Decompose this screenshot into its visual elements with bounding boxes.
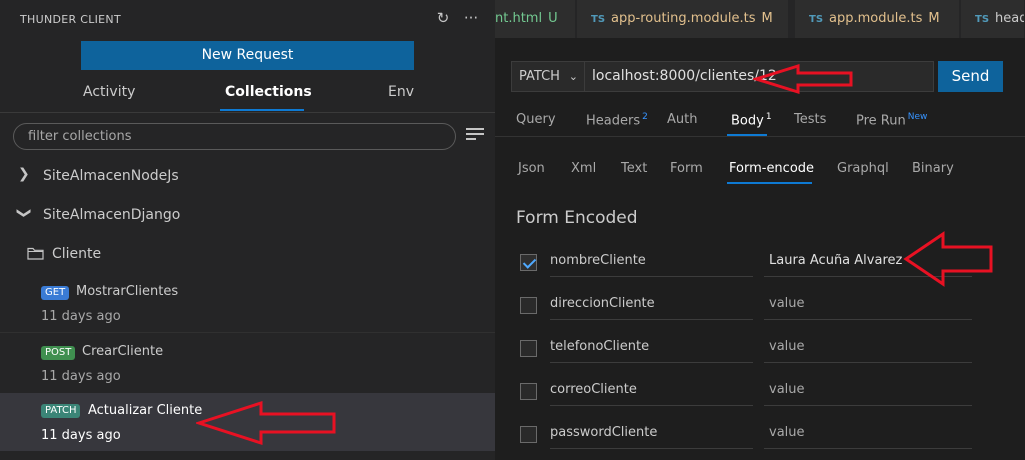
tab-status: M	[928, 11, 940, 26]
tab-filename: app.module.ts	[829, 11, 923, 26]
form-value-field[interactable]: value	[764, 378, 972, 406]
request-timestamp: 11 days ago	[41, 369, 121, 384]
row-enabled-checkbox[interactable]	[520, 254, 537, 271]
request-panel: PATCH ⌄ localhost:8000/clientes/12 Send …	[495, 38, 1025, 460]
form-row: direccionCliente value	[495, 292, 1025, 322]
sort-menu-icon[interactable]	[466, 128, 484, 142]
typescript-icon: TS	[591, 14, 606, 25]
editor-tab-app-routing[interactable]: TS app-routing.module.ts M	[577, 0, 789, 38]
form-key-field[interactable]: passwordCliente	[550, 421, 753, 449]
form-value-field[interactable]: value	[764, 292, 972, 320]
send-button[interactable]: Send	[938, 61, 1003, 92]
tab-body[interactable]: Body 1	[731, 112, 772, 128]
active-body-tab-indicator	[727, 182, 812, 184]
thunder-client-sidebar: THUNDER CLIENT ↻ ··· New Request Activit…	[0, 0, 495, 460]
annotation-arrow-icon	[196, 400, 336, 446]
tab-headers[interactable]: Headers 2	[586, 112, 648, 128]
folder-icon	[27, 247, 44, 260]
annotation-arrow-icon	[753, 63, 853, 95]
request-name: CrearCliente	[82, 344, 164, 359]
active-tab-indicator	[220, 109, 304, 111]
form-key-field[interactable]: direccionCliente	[550, 292, 753, 320]
body-count-badge: 1	[765, 112, 772, 122]
tab-tests[interactable]: Tests	[794, 112, 826, 127]
body-tab-text[interactable]: Text	[621, 161, 647, 176]
form-row: correoCliente value	[495, 378, 1025, 408]
collection-label: SiteAlmacenNodeJs	[43, 168, 179, 184]
row-enabled-checkbox[interactable]	[520, 383, 537, 400]
body-tab-form[interactable]: Form	[670, 161, 703, 176]
tab-auth[interactable]: Auth	[667, 112, 697, 127]
tab-filename: head	[995, 11, 1025, 26]
request-name: MostrarClientes	[76, 284, 179, 299]
chevron-down-icon: ⌄	[568, 70, 578, 83]
list-divider	[0, 332, 495, 333]
new-request-button[interactable]: New Request	[81, 41, 414, 70]
form-key-field[interactable]: nombreCliente	[550, 249, 753, 277]
chevron-down-icon: ❯	[15, 207, 32, 219]
sidebar-header: THUNDER CLIENT ↻ ···	[0, 0, 495, 38]
body-tab-xml[interactable]: Xml	[571, 161, 596, 176]
panel-divider	[495, 136, 1025, 137]
form-key-field[interactable]: telefonoCliente	[550, 335, 753, 363]
sidebar-divider	[0, 112, 495, 113]
row-enabled-checkbox[interactable]	[520, 297, 537, 314]
row-enabled-checkbox[interactable]	[520, 340, 537, 357]
method-select-value: PATCH	[519, 69, 560, 84]
filter-collections-input[interactable]	[13, 123, 456, 150]
body-tab-json[interactable]: Json	[518, 161, 545, 176]
tab-activity[interactable]: Activity	[83, 84, 135, 100]
body-tab-form-encode[interactable]: Form-encode	[729, 161, 814, 176]
request-item-mostrarclientes[interactable]: GET MostrarClientes 11 days ago	[0, 278, 495, 338]
editor-tab-bar: nt.html U TS app-routing.module.ts M TS app.…	[495, 0, 1025, 38]
tab-pre-run[interactable]: Pre Run New	[856, 112, 927, 128]
form-section-title: Form Encoded	[516, 208, 638, 228]
method-badge-patch: PATCH	[41, 404, 81, 418]
collection-label: SiteAlmacenDjango	[43, 207, 181, 223]
chevron-right-icon: ❯	[18, 166, 30, 182]
form-row: telefonoCliente value	[495, 335, 1025, 365]
typescript-icon: TS	[809, 14, 824, 25]
tab-filename: nt.html	[495, 11, 543, 26]
method-badge-get: GET	[41, 286, 70, 300]
form-key-field[interactable]: correoCliente	[550, 378, 753, 406]
tab-status: U	[548, 11, 558, 26]
tab-env[interactable]: Env	[388, 84, 414, 100]
collection-item-sitealmacennodejs[interactable]: ❯ SiteAlmacenNodeJs	[0, 165, 495, 189]
request-timestamp: 11 days ago	[41, 309, 121, 324]
editor-tab-app-module[interactable]: TS app.module.ts M	[795, 0, 960, 38]
method-badge-post: POST	[41, 346, 76, 360]
request-timestamp: 11 days ago	[41, 428, 121, 443]
tab-collections[interactable]: Collections	[225, 84, 312, 100]
request-item-crearcliente[interactable]: POST CrearCliente 11 days ago	[0, 338, 495, 398]
typescript-icon: TS	[975, 14, 990, 25]
method-select[interactable]: PATCH ⌄	[511, 61, 585, 92]
form-value-field[interactable]: value	[764, 335, 972, 363]
annotation-arrow-icon	[903, 231, 993, 287]
more-actions-icon[interactable]: ···	[462, 9, 480, 27]
editor-tab-head[interactable]: TS head	[961, 0, 1025, 38]
tab-status: M	[761, 11, 773, 26]
collection-item-sitealmacendjango[interactable]: ❯ SiteAlmacenDjango	[0, 204, 495, 228]
row-enabled-checkbox[interactable]	[520, 426, 537, 443]
body-tab-binary[interactable]: Binary	[912, 161, 954, 176]
refresh-icon[interactable]: ↻	[434, 9, 452, 27]
form-row: passwordCliente value	[495, 421, 1025, 451]
folder-item-cliente[interactable]: Cliente	[0, 240, 495, 266]
form-value-field[interactable]: value	[764, 421, 972, 449]
sidebar-title: THUNDER CLIENT	[20, 13, 121, 26]
headers-count-badge: 2	[642, 112, 648, 122]
request-name: Actualizar Cliente	[88, 403, 203, 418]
body-tab-graphql[interactable]: Graphql	[837, 161, 889, 176]
folder-label: Cliente	[52, 246, 102, 262]
editor-tab-html[interactable]: nt.html U	[495, 0, 576, 38]
tab-filename: app-routing.module.ts	[611, 11, 756, 26]
tab-query[interactable]: Query	[516, 112, 556, 127]
new-badge: New	[907, 112, 928, 122]
